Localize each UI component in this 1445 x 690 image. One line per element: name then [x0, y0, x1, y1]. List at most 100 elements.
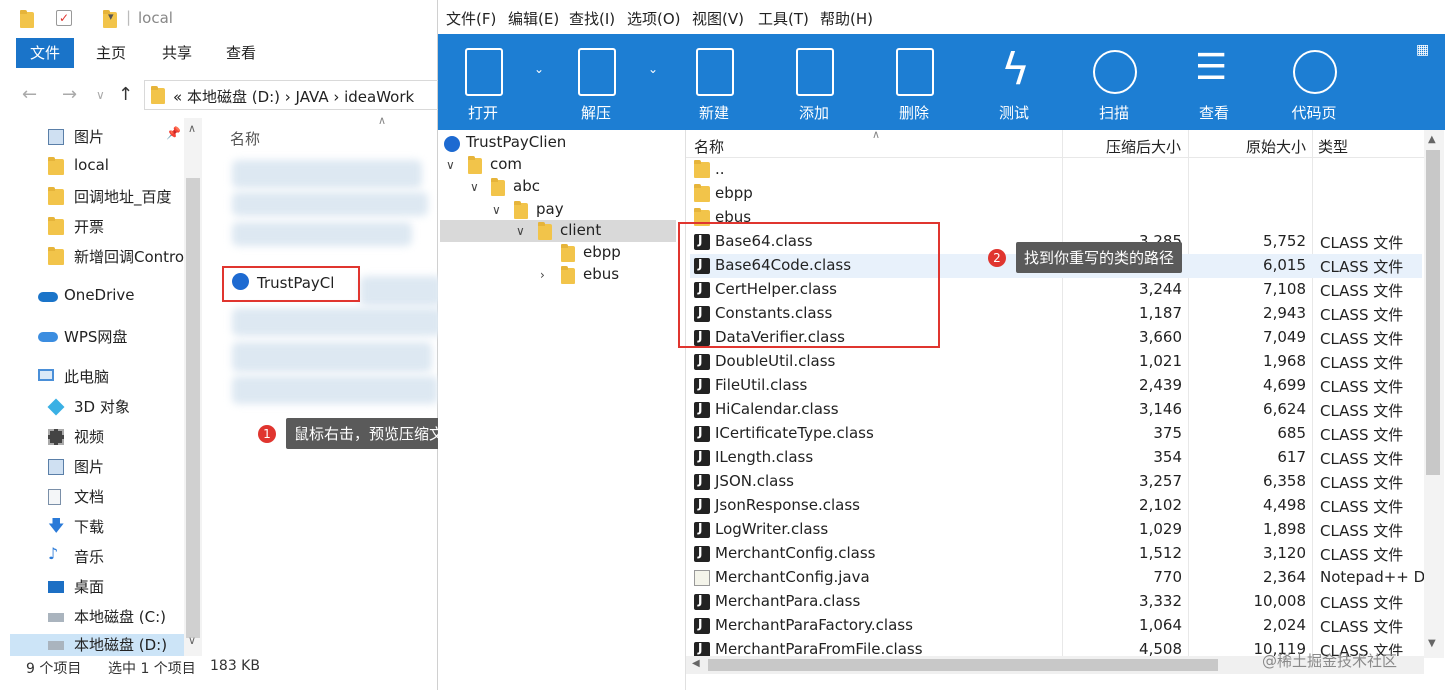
customize-qat-icon[interactable]: ▾: [108, 10, 114, 23]
tab-share[interactable]: 共享: [148, 38, 206, 68]
sort-ascending-icon: ∧: [378, 114, 387, 127]
extract-dropdown-icon[interactable]: ⌄: [648, 62, 658, 76]
tab-view[interactable]: 查看: [212, 38, 270, 68]
status-bar: 9 个项目 选中 1 个项目 183 KB: [0, 656, 438, 690]
list-hscrollbar-thumb[interactable]: [708, 659, 1218, 671]
list-scrollbar-thumb[interactable]: [1426, 150, 1440, 475]
tab-home[interactable]: 主页: [82, 38, 140, 68]
list-item-file[interactable]: MerchantPara.class 3,332 10,008 CLASS 文件: [690, 590, 1422, 614]
folder-icon: [538, 222, 552, 240]
file-csize: 375: [1153, 424, 1182, 442]
menu-edit[interactable]: 编辑(E): [508, 8, 559, 29]
list-item-file[interactable]: MerchantConfig.class 1,512 3,120 CLASS 文件: [690, 542, 1422, 566]
address-path[interactable]: « 本地磁盘 (D:) › JAVA › ideaWork: [173, 86, 414, 107]
open-dropdown-icon[interactable]: ⌄: [534, 62, 544, 76]
list-item-file[interactable]: HiCalendar.class 3,146 6,624 CLASS 文件: [690, 398, 1422, 422]
properties-checkbox-icon[interactable]: ✓: [56, 10, 72, 26]
tab-file[interactable]: 文件: [16, 38, 74, 68]
collapse-arrow-icon[interactable]: ∨: [446, 158, 455, 172]
scroll-down-icon[interactable]: ∨: [188, 634, 196, 647]
menu-help[interactable]: 帮助(H): [820, 8, 873, 29]
add-label: 添加: [798, 104, 829, 122]
class-file-icon: [694, 449, 710, 466]
menu-options[interactable]: 选项(O): [627, 8, 681, 29]
file-osize: 7,108: [1263, 280, 1306, 298]
blurred-file-row: [232, 308, 442, 336]
step-1-badge: 1: [258, 425, 276, 443]
extract-button[interactable]: 解压: [561, 44, 631, 128]
scroll-up-icon[interactable]: ▲: [1428, 134, 1436, 145]
open-label: 打开: [467, 104, 498, 122]
collapse-arrow-icon[interactable]: ∨: [492, 203, 501, 217]
file-type: CLASS 文件: [1320, 498, 1404, 516]
nav-scrollbar-thumb[interactable]: [186, 178, 200, 638]
folder-icon: [48, 247, 64, 265]
expand-arrow-icon[interactable]: ›: [540, 268, 545, 282]
pin-icon[interactable]: 📌: [166, 126, 181, 140]
list-item-file[interactable]: ICertificateType.class 375 685 CLASS 文件: [690, 422, 1422, 446]
tree-item-label: TrustPayClien: [466, 133, 567, 151]
file-osize: 3,120: [1263, 544, 1306, 562]
view-button[interactable]: ☰ 查看: [1179, 44, 1249, 128]
collapse-arrow-icon[interactable]: ∨: [516, 224, 525, 238]
file-csize: 1,512: [1139, 544, 1182, 562]
open-button[interactable]: 打开: [448, 44, 518, 128]
menu-view[interactable]: 视图(V): [692, 8, 744, 29]
view-label: 查看: [1198, 104, 1229, 122]
file-osize: 6,358: [1263, 472, 1306, 490]
scroll-left-icon[interactable]: ◀: [692, 658, 700, 669]
column-header-compressed[interactable]: 压缩后大小: [1106, 136, 1181, 157]
list-item-file[interactable]: ILength.class 354 617 CLASS 文件: [690, 446, 1422, 470]
layout-grid-icon[interactable]: ▦: [1416, 42, 1429, 58]
scroll-up-icon[interactable]: ∧: [188, 122, 196, 135]
column-header-name[interactable]: 名称: [230, 128, 260, 149]
folder-icon[interactable]: [20, 10, 34, 28]
list-item-file[interactable]: JsonResponse.class 2,102 4,498 CLASS 文件: [690, 494, 1422, 518]
new-button[interactable]: 新建: [679, 44, 749, 128]
add-button[interactable]: 添加: [779, 44, 849, 128]
nav-item-drive-d[interactable]: 本地磁盘 (D:): [10, 634, 184, 656]
list-item-file[interactable]: MerchantConfig.java 770 2,364 Notepad++ Do: [690, 566, 1434, 590]
list-item-file[interactable]: DoubleUtil.class 1,021 1,968 CLASS 文件: [690, 350, 1422, 374]
file-osize: 6,015: [1263, 256, 1306, 274]
list-view-icon: ☰: [1195, 47, 1228, 88]
file-csize: 1,029: [1139, 520, 1182, 538]
menu-file[interactable]: 文件(F): [446, 8, 496, 29]
column-header-original[interactable]: 原始大小: [1246, 136, 1306, 157]
collapse-arrow-icon[interactable]: ∨: [470, 180, 479, 194]
delete-button[interactable]: 删除: [879, 44, 949, 128]
column-header-name[interactable]: 名称: [694, 136, 724, 157]
nav-item-label: 开票: [74, 218, 105, 236]
blurred-file-row: [232, 376, 438, 404]
address-bar[interactable]: « 本地磁盘 (D:) › JAVA › ideaWork: [144, 80, 444, 110]
file-name: FileUtil.class: [715, 376, 808, 394]
column-header-type[interactable]: 类型: [1318, 136, 1348, 157]
nav-item-label: 新增回调Contro: [74, 248, 185, 266]
file-type: CLASS 文件: [1320, 618, 1404, 636]
list-item-file[interactable]: LogWriter.class 1,029 1,898 CLASS 文件: [690, 518, 1422, 542]
menu-find[interactable]: 查找(I): [569, 8, 615, 29]
class-file-icon: [694, 401, 710, 418]
selected-file-label[interactable]: TrustPayCl: [257, 274, 334, 292]
back-arrow-icon[interactable]: ←: [22, 84, 37, 105]
file-type: CLASS 文件: [1320, 522, 1404, 540]
list-item-folder[interactable]: ebpp: [690, 182, 1422, 206]
class-file-icon: [694, 425, 710, 442]
list-item-parent[interactable]: ..: [690, 158, 1422, 182]
test-button[interactable]: ϟ 测试: [979, 44, 1049, 128]
scroll-down-icon[interactable]: ▼: [1428, 638, 1436, 649]
list-item-file[interactable]: MerchantParaFactory.class 1,064 2,024 CLASS…: [690, 614, 1422, 638]
recent-locations-icon[interactable]: ∨: [96, 88, 105, 102]
list-item-file[interactable]: FileUtil.class 2,439 4,699 CLASS 文件: [690, 374, 1422, 398]
menu-tools[interactable]: 工具(T): [758, 8, 809, 29]
forward-arrow-icon[interactable]: →: [62, 84, 77, 105]
file-name: DoubleUtil.class: [715, 352, 836, 370]
delete-file-icon: [896, 48, 934, 96]
list-item-file[interactable]: JSON.class 3,257 6,358 CLASS 文件: [690, 470, 1422, 494]
nav-item-label: 音乐: [74, 548, 105, 566]
scan-button[interactable]: 扫描: [1079, 44, 1149, 128]
up-arrow-icon[interactable]: ↑: [118, 84, 133, 105]
codepage-button[interactable]: 代码页: [1279, 44, 1349, 128]
onedrive-icon: [38, 292, 58, 302]
file-name: JsonResponse.class: [715, 496, 860, 514]
